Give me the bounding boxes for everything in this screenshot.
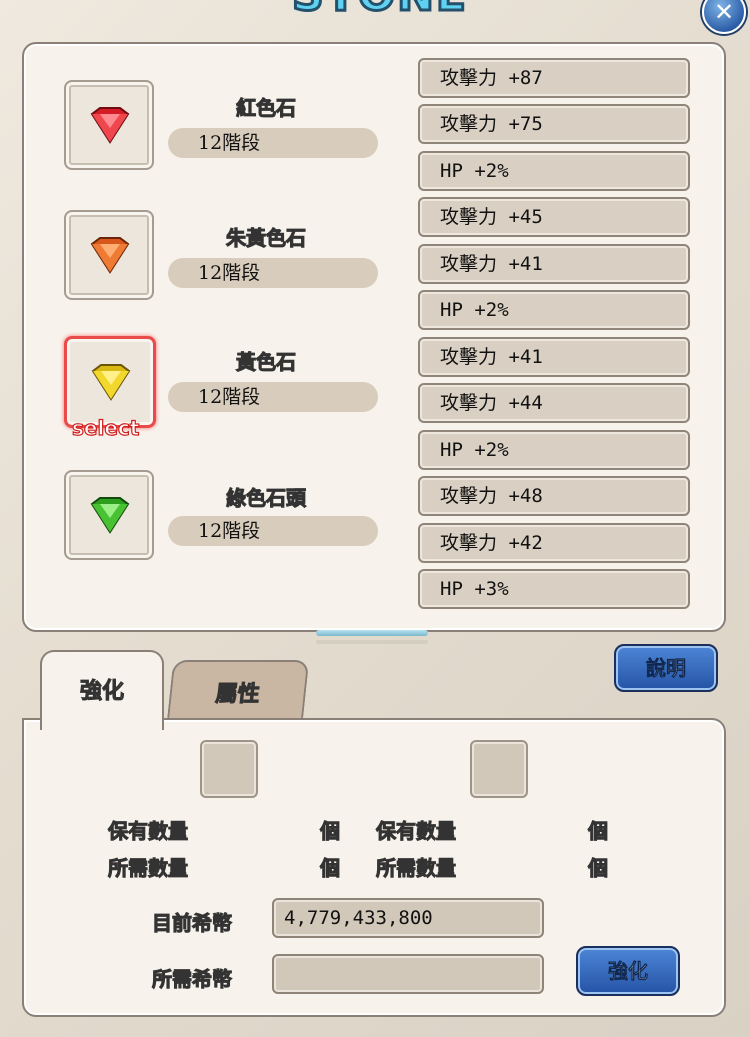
enhance-button[interactable]: 強化 (576, 946, 680, 996)
stat-row: 攻擊力 +75 (418, 104, 690, 144)
current-currency-field: 4,779,433,800 (272, 898, 544, 938)
close-button[interactable]: ✕ (702, 0, 746, 34)
stat-row: HP +3% (418, 569, 690, 609)
stat-row: HP +2% (418, 430, 690, 470)
stat-row: 攻擊力 +41 (418, 244, 690, 284)
stone-slot-orange[interactable] (64, 210, 154, 300)
yellow-gem-icon (91, 364, 131, 401)
red-gem-icon (90, 107, 130, 144)
required-currency-label: 所需希幣 (152, 967, 233, 992)
stone-level-yellow: 12階段 (168, 382, 378, 412)
stone-name-orange: 朱黃色石 (226, 226, 307, 251)
tab-attribute[interactable]: 屬性 (166, 660, 310, 722)
tab-attribute-label: 屬性 (214, 682, 262, 708)
stat-row: HP +2% (418, 290, 690, 330)
stat-row: 攻擊力 +41 (418, 337, 690, 377)
stone-name-red: 紅色石 (236, 96, 297, 121)
stat-row: 攻擊力 +42 (418, 523, 690, 563)
tab-enhance[interactable]: 強化 (40, 650, 164, 730)
panel-resize-handle[interactable] (316, 630, 428, 636)
green-gem-icon (90, 497, 130, 534)
stone-slot-green[interactable] (64, 470, 154, 560)
required-qty-label-left: 所需數量 (108, 856, 189, 881)
stone-name-yellow: 黃色石 (236, 350, 297, 375)
orange-gem-icon (90, 237, 130, 274)
material-slot-left[interactable] (200, 740, 258, 798)
stat-row: 攻擊力 +45 (418, 197, 690, 237)
owned-qty-unit-left: 個 (320, 819, 341, 844)
current-currency-label: 目前希幣 (152, 911, 233, 936)
tab-enhance-label: 強化 (79, 679, 124, 705)
stone-slot-red[interactable] (64, 80, 154, 170)
stone-level-red: 12階段 (168, 128, 378, 158)
stat-row: 攻擊力 +87 (418, 58, 690, 98)
required-qty-unit-left: 個 (320, 856, 341, 881)
stone-slot-yellow[interactable] (64, 336, 156, 428)
panel-divider (316, 640, 428, 644)
close-icon: ✕ (713, 0, 735, 26)
owned-qty-unit-right: 個 (588, 819, 609, 844)
required-qty-label-right: 所需數量 (376, 856, 457, 881)
required-qty-unit-right: 個 (588, 856, 609, 881)
stat-row: HP +2% (418, 151, 690, 191)
stone-level-orange: 12階段 (168, 258, 378, 288)
stone-name-green: 綠色石頭 (226, 486, 307, 511)
help-button[interactable]: 說明 (614, 644, 718, 692)
stat-row: 攻擊力 +44 (418, 383, 690, 423)
select-indicator: select (71, 415, 140, 440)
owned-qty-label-left: 保有數量 (108, 819, 189, 844)
stone-level-green: 12階段 (168, 516, 378, 546)
material-slot-right[interactable] (470, 740, 528, 798)
owned-qty-label-right: 保有數量 (376, 819, 457, 844)
required-currency-field (272, 954, 544, 994)
window-title: STONE (250, 0, 510, 23)
stat-row: 攻擊力 +48 (418, 476, 690, 516)
